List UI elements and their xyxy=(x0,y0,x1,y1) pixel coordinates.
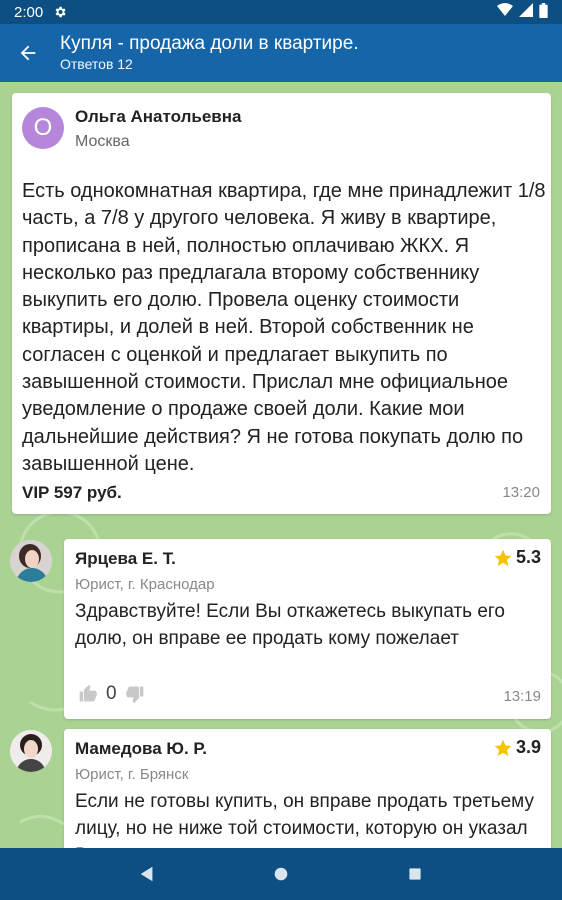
rating-value: 3.9 xyxy=(515,737,541,757)
status-bar: 2:00 xyxy=(0,0,562,24)
answer-time: 13:19 xyxy=(503,688,541,705)
answer-text: Здравствуйте! Если Вы откажетесь выкупат… xyxy=(75,601,505,649)
battery-icon xyxy=(539,2,548,22)
lawyer-name[interactable]: Мамедова Ю. Р. xyxy=(75,739,207,759)
lawyer-rating: 5.3 xyxy=(493,547,541,568)
lawyer-rating: 3.9 xyxy=(493,737,541,758)
lawyer-avatar[interactable] xyxy=(10,730,52,772)
answer-card[interactable]: Ярцева Е. Т. 5.3 Юрист, г. Краснодар Здр… xyxy=(64,539,551,719)
lawyer-avatar[interactable] xyxy=(10,540,52,582)
thumb-down-icon[interactable] xyxy=(125,684,145,704)
likes-count: 0 xyxy=(106,683,117,704)
nav-back-icon xyxy=(140,866,153,882)
nav-recents-icon xyxy=(409,868,421,880)
lawyer-role: Юрист, г. Краснодар xyxy=(75,576,215,593)
settings-icon xyxy=(53,5,67,19)
star-icon xyxy=(494,739,512,756)
star-icon xyxy=(494,549,512,566)
answer-card[interactable]: Мамедова Ю. Р. 3.9 Юрист, г. Брянск Если… xyxy=(64,729,551,848)
lawyer-name[interactable]: Ярцева Е. Т. xyxy=(75,549,176,569)
nav-recents-button[interactable] xyxy=(395,854,435,894)
nav-home-button[interactable] xyxy=(261,854,301,894)
wifi-icon xyxy=(497,3,513,21)
vote-controls: 0 xyxy=(78,683,145,705)
back-button[interactable] xyxy=(0,24,56,82)
status-time: 2:00 xyxy=(14,3,44,21)
author-city: Москва xyxy=(75,133,130,150)
thumb-up-icon[interactable] xyxy=(78,684,98,704)
question-text: Есть однокомнатная квартира, где мне при… xyxy=(22,180,546,475)
author-avatar: О xyxy=(22,107,64,149)
nav-back-button[interactable] xyxy=(127,854,167,894)
back-arrow-icon xyxy=(20,45,36,61)
author-name: Ольга Анатольевна xyxy=(75,107,242,126)
nav-home-icon xyxy=(274,867,288,881)
question-time: 13:20 xyxy=(502,484,540,501)
signal-icon xyxy=(519,3,533,21)
system-nav-bar xyxy=(0,848,562,900)
app-bar: Купля - продажа доли в квартире. Ответов… xyxy=(0,24,562,82)
answers-count: Ответов 12 xyxy=(60,56,133,72)
lawyer-role: Юрист, г. Брянск xyxy=(75,766,189,783)
thread-content[interactable]: О Ольга Анатольевна Москва Есть однокомн… xyxy=(0,82,562,848)
question-price: VIP 597 руб. xyxy=(22,483,122,502)
page-title: Купля - продажа доли в квартире. xyxy=(60,33,359,54)
question-card[interactable]: О Ольга Анатольевна Москва Есть однокомн… xyxy=(12,93,551,514)
rating-value: 5.3 xyxy=(515,547,541,567)
answer-text: Если не готовы купить, он вправе продать… xyxy=(75,791,534,848)
